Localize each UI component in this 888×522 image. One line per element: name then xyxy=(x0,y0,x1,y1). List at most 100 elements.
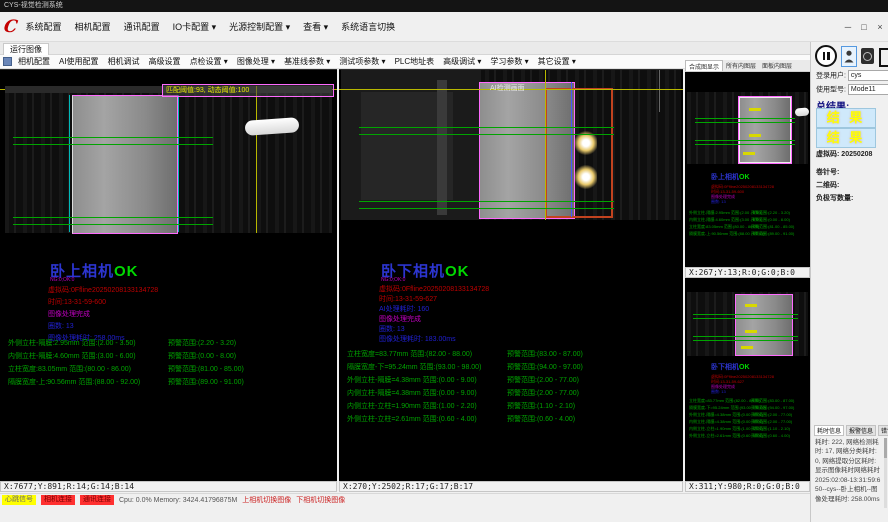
measure-line xyxy=(695,144,795,145)
tool-other-settings[interactable]: 其它设置 ▾ xyxy=(538,56,576,67)
turns-text: 圈数: 13 xyxy=(711,389,726,395)
barcode-text: 虚拟码:0Ffline20250208133134728 xyxy=(379,284,489,294)
measurement-warn: 预警范围:(83.00 - 87.00) xyxy=(751,398,794,404)
tool-advanced-debug[interactable]: 高级调试 ▾ xyxy=(443,56,481,67)
ng-counter: NG:0;OK:0 xyxy=(381,277,405,283)
measure-line xyxy=(13,224,213,225)
menu-light-config[interactable]: 光源控制配置 ▾ xyxy=(229,20,290,33)
lower-coords-bar: X:270;Y:2502;R:17;G:17;B:17 xyxy=(339,481,683,492)
callout-mark xyxy=(749,108,761,111)
measurement-value: 立柱宽度=83.77mm 范围:(82.00 - 88.00) xyxy=(347,351,472,358)
turns-text: 圈数: 13 xyxy=(711,199,726,205)
tool-camera-debug[interactable]: 相机调试 xyxy=(108,56,140,67)
login-user-button[interactable] xyxy=(841,46,857,67)
maximize-button[interactable]: □ xyxy=(856,22,872,32)
measurement-warn: 预警范围:(0.00 - 8.00) xyxy=(751,217,790,223)
login-input[interactable]: cys xyxy=(848,70,888,81)
measurement-row: 外侧立柱-隔膜=4.38mm 范围:(0.00 - 9.00) 预警范围:(2.… xyxy=(689,412,807,418)
measure-line xyxy=(359,208,614,209)
menu-view[interactable]: 查看 ▾ xyxy=(303,20,328,33)
virtual-code-value: 20250208 xyxy=(841,151,872,158)
model-row: 使用型号: Mode11 xyxy=(816,84,888,95)
measurement-value: 内侧立柱-立柱=1.90mm 范围:(1.00 - 2.20) xyxy=(347,403,477,410)
mini-upper-view[interactable]: 卧上相机OK 虚拟码:0Ffline20250208133134728 时间:1… xyxy=(685,72,810,267)
measurement-row: 隔膜宽度-上:90.56mm 范围:(88.00 - 92.00) 预警范围:(… xyxy=(689,231,807,237)
tab-timing-info[interactable]: 耗时信息 xyxy=(814,425,844,436)
tool-learn-params[interactable]: 学习参数 ▾ xyxy=(490,56,528,67)
measurement-value: 隔膜宽度-上:90.56mm 范围:(88.00 - 92.00) xyxy=(8,379,140,386)
tab-all-layers[interactable]: 所有内图层 xyxy=(723,60,759,71)
measurement-warn: 预警范围:(2.20 - 3.20) xyxy=(751,210,790,216)
measurement-row: 外侧立柱-隔膜=4.38mm 范围:(0.00 - 9.00) 预警范围:(2.… xyxy=(347,375,669,385)
measurement-warn: 预警范围:(94.00 - 97.00) xyxy=(751,405,794,411)
tab-composite-view[interactable]: 合成图显示 xyxy=(685,60,723,71)
log-scrollbar[interactable] xyxy=(884,438,887,508)
roi-threshold-box: 匹配阈值:93, 动态阈值:100 xyxy=(162,84,334,97)
tab-error-info[interactable]: 错误信息 xyxy=(878,425,888,436)
mini-camera-title: 卧下相机OK xyxy=(711,362,750,372)
device-button[interactable] xyxy=(861,48,874,64)
tool-spot-check[interactable]: 点检设置 ▾ xyxy=(190,56,228,67)
tab-panel-layers[interactable]: 面板内图层 xyxy=(759,60,795,71)
mini-lower-image xyxy=(687,292,808,356)
toolbar-grid-icon xyxy=(3,57,12,66)
needle-row: 卷针号: xyxy=(816,167,839,177)
close-button[interactable]: × xyxy=(872,22,888,32)
tool-camera-config[interactable]: 相机配置 xyxy=(18,56,50,67)
exit-button[interactable] xyxy=(878,47,888,66)
tool-ai-config[interactable]: AI使用配置 xyxy=(59,56,99,67)
measure-line xyxy=(359,201,614,202)
menu-io-config[interactable]: IO卡配置 ▾ xyxy=(173,20,217,33)
menu-comm-config[interactable]: 通讯配置 xyxy=(124,20,160,33)
upper-camera-switch-link[interactable]: 上相机切换图像 xyxy=(242,495,291,505)
mini-lower-view[interactable]: 卧下相机OK 虚拟码:0Ffline20250208133134728 时间:1… xyxy=(685,278,810,481)
measurement-row: 外侧立柱-隔膜:2.95mm 范围:(2.00 - 3.50) 预警范围:(2.… xyxy=(8,338,330,348)
measurement-value: 立柱宽度=83.77mm 范围:(82.00 - 88.00) xyxy=(689,398,760,403)
mini-lower-coords-bar: X:311;Y:980;R:0;G:0;B:0 xyxy=(685,481,810,492)
measure-line xyxy=(693,318,798,319)
lower-camera-switch-link[interactable]: 下相机切换图像 xyxy=(296,495,345,505)
camera-status: OK xyxy=(739,174,750,181)
ai-elapsed-text: AI处理耗时: 160 xyxy=(379,304,429,314)
measure-line xyxy=(13,144,213,145)
measurement-row: 隔膜宽度-下=95.24mm 范围:(93.00 - 98.00) 预警范围:(… xyxy=(347,362,669,372)
measure-line xyxy=(693,314,798,315)
tool-baseline-params[interactable]: 基准线参数 ▾ xyxy=(284,56,330,67)
measurement-value: 立柱宽度:83.05mm 范围:(80.00 - 86.00) xyxy=(8,366,131,373)
door-icon xyxy=(879,48,888,67)
menu-system-config[interactable]: 系统配置 xyxy=(26,20,62,33)
elapsed-text: 图像处理耗时: 183.00ms xyxy=(379,334,456,344)
menu-language-switch[interactable]: 系统语言切换 xyxy=(341,20,395,33)
measurement-row: 内侧立柱-隔膜=4.38mm 范围:(0.00 - 9.00) 预警范围:(2.… xyxy=(347,388,669,398)
camera-status: OK xyxy=(114,263,139,280)
callout-mark xyxy=(741,346,753,349)
edge-line-left xyxy=(69,95,70,232)
result-box-lower: 结 果 xyxy=(816,128,876,148)
tool-test-params[interactable]: 测试项参数 ▾ xyxy=(339,56,385,67)
upper-camera-view[interactable]: 匹配阈值:93, 动态阈值:100 卧上相机OK NG:0;OK:0 虚拟码:0… xyxy=(0,69,337,482)
menu-bar: C 系统配置 相机配置 通讯配置 IO卡配置 ▾ 光源控制配置 ▾ 查看 ▾ 系… xyxy=(0,12,888,42)
measure-line xyxy=(695,122,795,123)
measurement-warn: 预警范围:(83.00 - 87.00) xyxy=(507,349,583,359)
tool-advanced-settings[interactable]: 高级设置 xyxy=(149,56,181,67)
model-input[interactable]: Mode11 xyxy=(848,84,888,95)
user-icon xyxy=(844,50,854,63)
led-glow xyxy=(575,164,597,190)
pause-icon xyxy=(823,52,826,60)
virtual-code-label: 虚拟码: xyxy=(816,151,839,158)
tool-image-process[interactable]: 图像处理 ▾ xyxy=(237,56,275,67)
menu-camera-config[interactable]: 相机配置 xyxy=(75,20,111,33)
ng-counter: NG:0;OK:0 xyxy=(50,277,74,283)
measurement-row: 外侧立柱-立柱=2.61mm 范围:(0.60 - 4.00) 预警范围:(0.… xyxy=(689,433,807,439)
callout-mark xyxy=(743,152,755,155)
minimize-button[interactable]: ─ xyxy=(840,22,856,32)
measure-line xyxy=(359,134,614,135)
tab-alarm-info[interactable]: 报警信息 xyxy=(846,425,876,436)
edge-line-blue xyxy=(571,82,572,217)
tool-plc-address[interactable]: PLC地址表 xyxy=(395,56,435,67)
lower-camera-view[interactable]: AI检测画面 卧下相机OK NG:0;OK:0 虚拟码:0Ffline20250… xyxy=(339,69,683,482)
upper-camera-image: 匹配阈值:93, 动态阈值:100 xyxy=(5,86,332,233)
measurement-warn: 预警范围:(0.60 - 4.00) xyxy=(751,433,790,439)
pause-button[interactable] xyxy=(815,45,837,67)
model-label: 使用型号: xyxy=(816,86,846,93)
